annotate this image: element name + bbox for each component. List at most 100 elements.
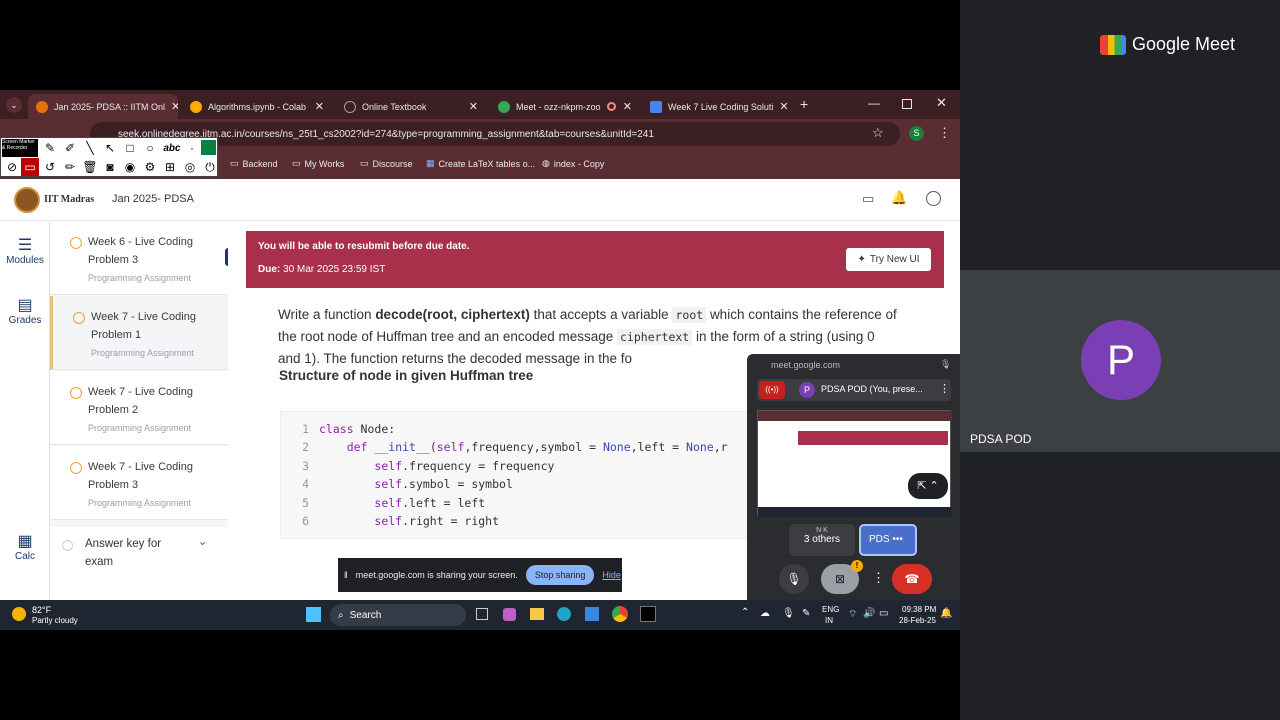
folder-icon: ▭ — [360, 158, 369, 168]
power-icon[interactable]: ⏻ — [201, 158, 219, 176]
task-view-icon[interactable] — [476, 608, 488, 620]
notification-icon[interactable]: 🔔 — [940, 608, 952, 619]
course-title[interactable]: Jan 2025- PDSA — [112, 193, 194, 205]
self-tile[interactable]: PDS ••• — [859, 524, 917, 556]
pen-icon[interactable]: ✎ — [41, 139, 59, 157]
screen-marker-icon[interactable] — [640, 606, 656, 622]
tab-colab[interactable]: Algorithms.ipynb - Colab ✕ — [182, 94, 332, 119]
try-new-ui-button[interactable]: ✦ Try New UI — [846, 248, 931, 271]
list-item-active[interactable]: Week 7 - Live Coding Problem 1 Programmi… — [50, 296, 228, 370]
circle-icon[interactable]: ○ — [141, 139, 159, 157]
screen-icon[interactable]: ▭ — [21, 158, 39, 176]
store-icon[interactable] — [585, 607, 599, 621]
list-item[interactable]: Week 7 - Live Coding Problem 3 Programmi… — [50, 446, 228, 520]
bookmark-my-works[interactable]: ▭ My Works — [292, 158, 344, 169]
folder-icon: ▭ — [230, 158, 239, 168]
close-icon[interactable]: ✕ — [779, 100, 788, 113]
chevron-up-icon[interactable]: ⌃ — [741, 607, 749, 618]
rail-calc[interactable]: ▦ Calc — [0, 531, 50, 562]
eye-icon[interactable]: ◎ — [181, 158, 199, 176]
close-icon[interactable]: ✕ — [171, 100, 178, 113]
bookmark-discourse[interactable]: ▭ Discourse — [360, 158, 413, 169]
volume-icon[interactable]: 🔊 — [863, 608, 875, 619]
screen-marker-logo: Screen Marker & Recorder — [2, 139, 38, 157]
answer-key-section[interactable]: Answer key for exam ⌄ — [50, 527, 228, 599]
edge-icon[interactable] — [557, 607, 571, 621]
rectangle-icon[interactable]: □ — [121, 139, 139, 157]
chrome-icon[interactable] — [612, 606, 628, 622]
chat-icon[interactable]: ▭ — [862, 191, 874, 207]
battery-icon[interactable]: ▭ — [879, 608, 888, 619]
start-icon[interactable] — [306, 607, 321, 622]
tab-meet[interactable]: Meet - ozz-nkpm-zoo ✕ — [490, 94, 640, 119]
mic-button[interactable]: 🎙 — [779, 564, 809, 594]
leave-call-button[interactable]: ☎ — [892, 564, 932, 594]
close-icon[interactable]: ✕ — [315, 100, 324, 113]
small-avatars: N K — [816, 527, 828, 534]
cloud-icon[interactable]: ☁ — [760, 608, 770, 619]
rail-modules[interactable]: ☰ Modules — [0, 235, 50, 266]
weather-icon[interactable] — [12, 607, 26, 621]
others-tile[interactable]: N K 3 others — [789, 524, 855, 556]
wifi-icon[interactable]: ⌔ — [848, 608, 857, 621]
record-icon[interactable]: ◉ — [121, 158, 139, 176]
bookmark-index[interactable]: ◍ index - Copy — [542, 158, 604, 169]
highlighter-icon[interactable]: ✏ — [61, 158, 79, 176]
bookmark-star-icon[interactable]: ☆ — [872, 125, 884, 141]
maximize-button[interactable] — [902, 99, 912, 109]
file-explorer-icon[interactable] — [530, 608, 544, 620]
copilot-icon[interactable] — [503, 608, 516, 621]
pen-icon[interactable]: ✎ — [802, 608, 810, 619]
pencil-icon[interactable]: ✐ — [61, 139, 79, 157]
browser-window: ⌄ Jan 2025- PDSA :: IITM Onl ✕ Algorithm… — [0, 90, 960, 630]
pip-expand-button[interactable]: ⇱ ⌃ — [908, 473, 948, 499]
arrow-icon[interactable]: ↖ — [101, 139, 119, 157]
shield-favicon-icon — [650, 100, 662, 113]
close-window-button[interactable]: ✕ — [936, 95, 947, 111]
profile-avatar[interactable]: S — [909, 126, 924, 141]
undo-icon[interactable]: ↺ — [41, 158, 59, 176]
list-item[interactable]: Week 7 - Live Coding Problem 2 Programmi… — [50, 371, 228, 445]
dot-icon[interactable]: · — [183, 139, 201, 157]
chevron-down-icon[interactable]: ⌄ — [198, 535, 207, 548]
code-line: def __init__(self,frequency,symbol = Non… — [346, 440, 728, 454]
tab-textbook[interactable]: Online Textbook ✕ — [336, 94, 486, 119]
code-line: self.frequency = frequency — [374, 459, 555, 473]
bookmark-backend[interactable]: ▭ Backend — [230, 158, 278, 169]
mic-icon[interactable]: 🎙 — [782, 608, 795, 619]
recording-icon — [606, 102, 616, 111]
more-icon: ••• — [892, 534, 903, 545]
tab-search-button[interactable]: ⌄ — [6, 97, 22, 113]
section-heading: Structure of node in given Huffman tree — [279, 368, 534, 383]
list-item[interactable]: Week 6 - Live Coding Problem 3 Programmi… — [50, 221, 228, 295]
browser-menu-icon[interactable]: ⋮ — [938, 125, 951, 141]
bell-icon[interactable]: 🔔 — [891, 190, 907, 206]
folder-icon: ▭ — [292, 158, 301, 168]
camera-icon[interactable]: ◙ — [101, 158, 119, 176]
close-icon[interactable]: ✕ — [469, 100, 478, 113]
meet-camera-icon — [1100, 34, 1126, 55]
minimize-button[interactable]: — — [868, 96, 880, 110]
close-icon[interactable]: ✕ — [623, 100, 632, 113]
text-icon[interactable]: abc — [161, 139, 183, 157]
trash-icon[interactable]: 🗑 — [81, 158, 99, 176]
taskbar-search[interactable]: ⌕ Search — [330, 604, 466, 626]
mic-icon: 🎙 — [940, 359, 952, 369]
color-swatch[interactable] — [201, 140, 216, 155]
new-tab-button[interactable]: + — [800, 96, 808, 112]
eraser-icon[interactable]: ⊘ — [3, 158, 21, 176]
layout-icon[interactable]: ⊞ — [161, 158, 179, 176]
screen-marker-toolbar: Screen Marker & Recorder ✎ ✐ ╲ ↖ □ ○ abc… — [0, 137, 218, 177]
bookmark-latex[interactable]: ▦ Create LaTeX tables o... — [426, 158, 535, 169]
account-icon[interactable] — [926, 191, 941, 206]
more-options-icon[interactable]: ⋮ — [939, 382, 950, 395]
iitm-favicon-icon — [36, 100, 48, 113]
hide-link[interactable]: Hide — [602, 570, 621, 580]
tab-pdsa[interactable]: Jan 2025- PDSA :: IITM Onl ✕ — [28, 94, 178, 119]
tab-week7-solution[interactable]: Week 7 Live Coding Soluti ✕ — [642, 94, 792, 119]
more-options-icon[interactable]: ⋮ — [872, 570, 885, 586]
settings-icon[interactable]: ⚙ — [141, 158, 159, 176]
line-icon[interactable]: ╲ — [81, 139, 99, 157]
rail-grades[interactable]: ▤ Grades — [0, 295, 50, 326]
stop-sharing-button[interactable]: Stop sharing — [525, 565, 595, 585]
